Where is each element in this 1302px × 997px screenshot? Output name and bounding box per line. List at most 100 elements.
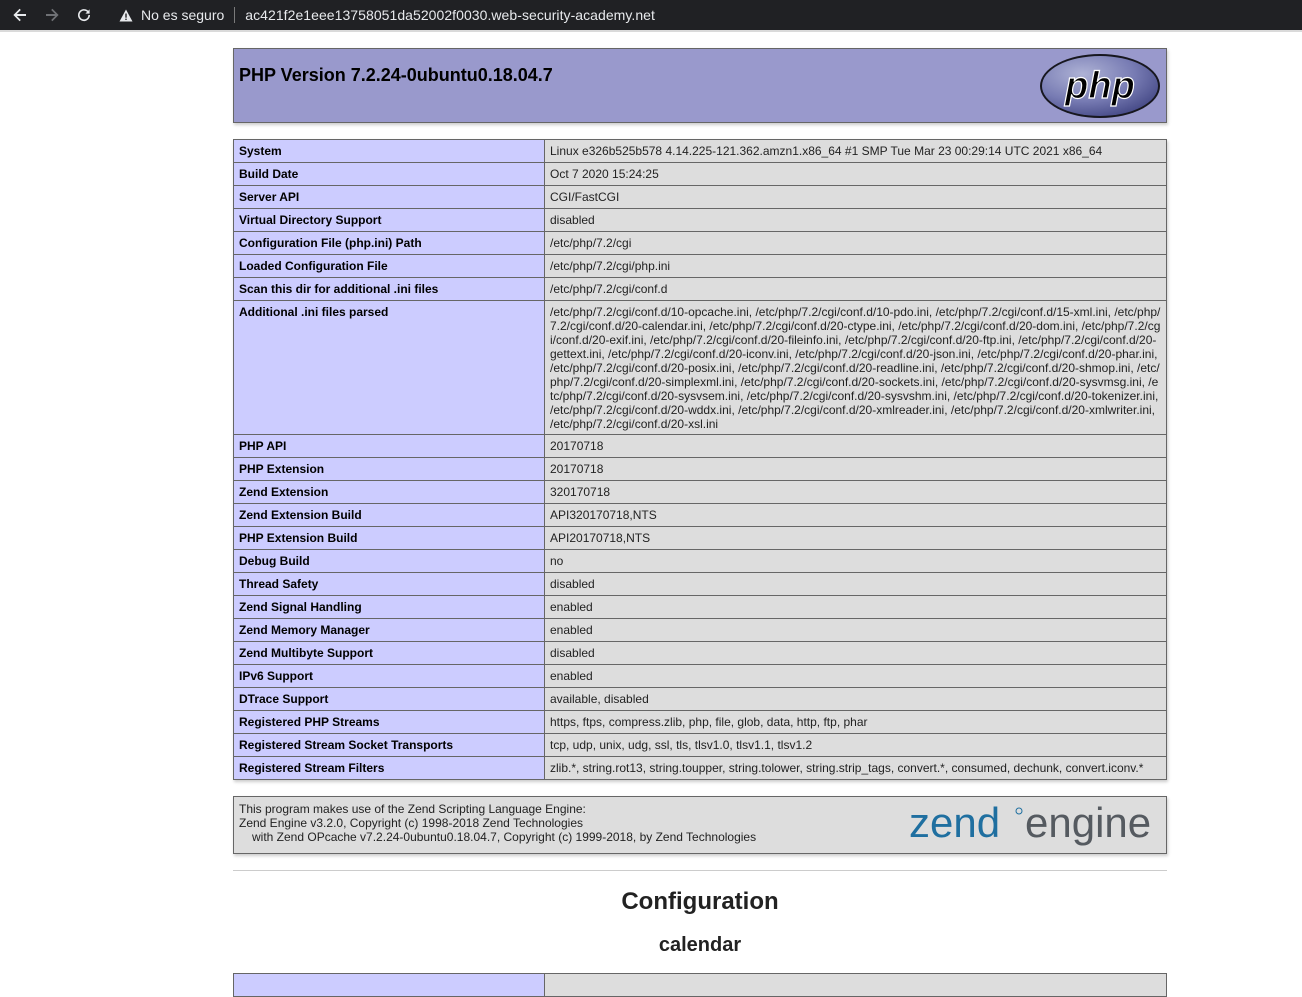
info-row: PHP Extension 20170718 [233,457,1167,481]
info-value: disabled [544,641,1167,665]
info-row: PHP API 20170718 [233,434,1167,458]
info-value: no [544,549,1167,573]
info-row: Zend Multibyte Support disabled [233,641,1167,665]
info-row: Build Date Oct 7 2020 15:24:25 [233,162,1167,186]
info-row: DTrace Support available, disabled [233,687,1167,711]
info-key: Registered PHP Streams [233,710,545,734]
info-key: Scan this dir for additional .ini files [233,277,545,301]
zend-logo-zend: zend [909,801,1000,846]
info-value: disabled [544,572,1167,596]
info-key: IPv6 Support [233,664,545,688]
url-text[interactable]: ac421f2e1eee13758051da52002f0030.web-sec… [245,7,655,23]
php-logo-text: php [1064,65,1135,107]
info-value: enabled [544,618,1167,642]
zend-line-1: This program makes use of the Zend Scrip… [239,802,586,816]
info-value: tcp, udp, unix, udg, ssl, tls, tlsv1.0, … [544,733,1167,757]
info-value: /etc/php/7.2/cgi/conf.d [544,277,1167,301]
phpinfo-content: PHP Version 7.2.24-0ubuntu0.18.04.7 php [233,48,1167,997]
info-value: disabled [544,208,1167,232]
info-key: Zend Multibyte Support [233,641,545,665]
info-row: Server API CGI/FastCGI [233,185,1167,209]
browser-toolbar: No es seguro ac421f2e1eee13758051da52002… [0,0,1302,30]
info-key: Zend Memory Manager [233,618,545,642]
info-row: Configuration File (php.ini) Path/etc/ph… [233,231,1167,255]
info-row: IPv6 Support enabled [233,664,1167,688]
info-value: Linux e326b525b578 4.14.225-121.362.amzn… [544,139,1167,163]
info-value: 20170718 [544,457,1167,481]
info-row: Zend Extension Build API320170718,NTS [233,503,1167,527]
info-row: Additional .ini files parsed/etc/php/7.2… [233,300,1167,435]
info-key: Zend Extension Build [233,503,545,527]
info-value: /etc/php/7.2/cgi/php.ini [544,254,1167,278]
info-row: Zend Memory Manager enabled [233,618,1167,642]
info-row: Loaded Configuration File/etc/php/7.2/cg… [233,254,1167,278]
php-header: PHP Version 7.2.24-0ubuntu0.18.04.7 php [233,48,1167,123]
info-value: /etc/php/7.2/cgi [544,231,1167,255]
info-value: CGI/FastCGI [544,185,1167,209]
php-header-table: PHP Version 7.2.24-0ubuntu0.18.04.7 php [233,48,1167,123]
calendar-heading: calendar [658,934,742,956]
warning-icon[interactable] [119,9,133,22]
info-value: /etc/php/7.2/cgi/conf.d/10-opcache.ini, … [544,300,1167,435]
info-key: DTrace Support [233,687,545,711]
calendar-value-cell [544,973,1167,997]
info-table: System Linux e326b525b578 4.14.225-121.36… [233,139,1167,780]
zend-line-2: Zend Engine v3.2.0, Copyright (c) 1998-2… [239,816,583,830]
info-value: 320170718 [544,480,1167,504]
info-key: Zend Extension [233,480,545,504]
info-key: Server API [233,185,545,209]
page-title: PHP Version 7.2.24-0ubuntu0.18.04.7 [239,65,553,85]
info-key: Registered Stream Socket Transports [233,733,545,757]
zend-logo-engine: engine [1025,801,1151,846]
info-key: Configuration File (php.ini) Path [233,231,545,255]
section-divider [233,870,1167,871]
address-divider [234,7,236,23]
address-bar[interactable]: No es seguro ac421f2e1eee13758051da52002… [108,1,1302,29]
info-row: Thread Safety disabled [233,572,1167,596]
info-value: available, disabled [544,687,1167,711]
info-key: Loaded Configuration File [233,254,545,278]
info-row: Registered Stream Filters zlib.*, string.… [233,756,1167,780]
info-value: API20170718,NTS [544,526,1167,550]
zend-engine-logo[interactable]: zend engine [909,801,1161,853]
info-value: API320170718,NTS [544,503,1167,527]
info-value: enabled [544,595,1167,619]
info-value: 20170718 [544,434,1167,458]
info-key: PHP API [233,434,545,458]
reload-icon[interactable] [68,0,100,30]
php-logo[interactable]: php [1039,53,1161,119]
info-row: Scan this dir for additional .ini files /… [233,277,1167,301]
info-value: enabled [544,664,1167,688]
info-row: Registered PHP Streams https, ftps, compr… [233,710,1167,734]
info-key: Zend Signal Handling [233,595,545,619]
info-key: Additional .ini files parsed [233,300,545,435]
back-icon[interactable] [4,0,36,30]
info-row: Registered Stream Socket Transports tcp, … [233,733,1167,757]
info-row: Zend Extension 320170718 [233,480,1167,504]
security-label[interactable]: No es seguro [141,7,224,23]
info-row: System Linux e326b525b578 4.14.225-121.36… [233,139,1167,163]
info-key: PHP Extension [233,457,545,481]
info-key: Registered Stream Filters [233,756,545,780]
zend-engine-box: This program makes use of the Zend Scrip… [233,796,1167,854]
info-row: PHP Extension Build API20170718,NTS [233,526,1167,550]
info-key: Build Date [233,162,545,186]
info-value: Oct 7 2020 15:24:25 [544,162,1167,186]
zend-credits: This program makes use of the Zend Scrip… [239,802,756,844]
calendar-table [233,973,1167,997]
info-value: zlib.*, string.rot13, string.toupper, st… [544,756,1167,780]
info-value: https, ftps, compress.zlib, php, file, g… [544,710,1167,734]
info-key: Thread Safety [233,572,545,596]
info-key: Virtual Directory Support [233,208,545,232]
info-key: PHP Extension Build [233,526,545,550]
configuration-heading: Configuration [621,888,779,915]
forward-icon[interactable] [36,0,68,30]
calendar-key-cell [233,973,545,997]
toolbar-border [0,30,1302,32]
info-row: Virtual Directory Support disabled [233,208,1167,232]
info-row: Zend Signal Handling enabled [233,595,1167,619]
info-row: Debug Build no [233,549,1167,573]
info-key: System [233,139,545,163]
info-key: Debug Build [233,549,545,573]
zend-line-3: with Zend OPcache v7.2.24-0ubuntu0.18.04… [252,830,757,844]
